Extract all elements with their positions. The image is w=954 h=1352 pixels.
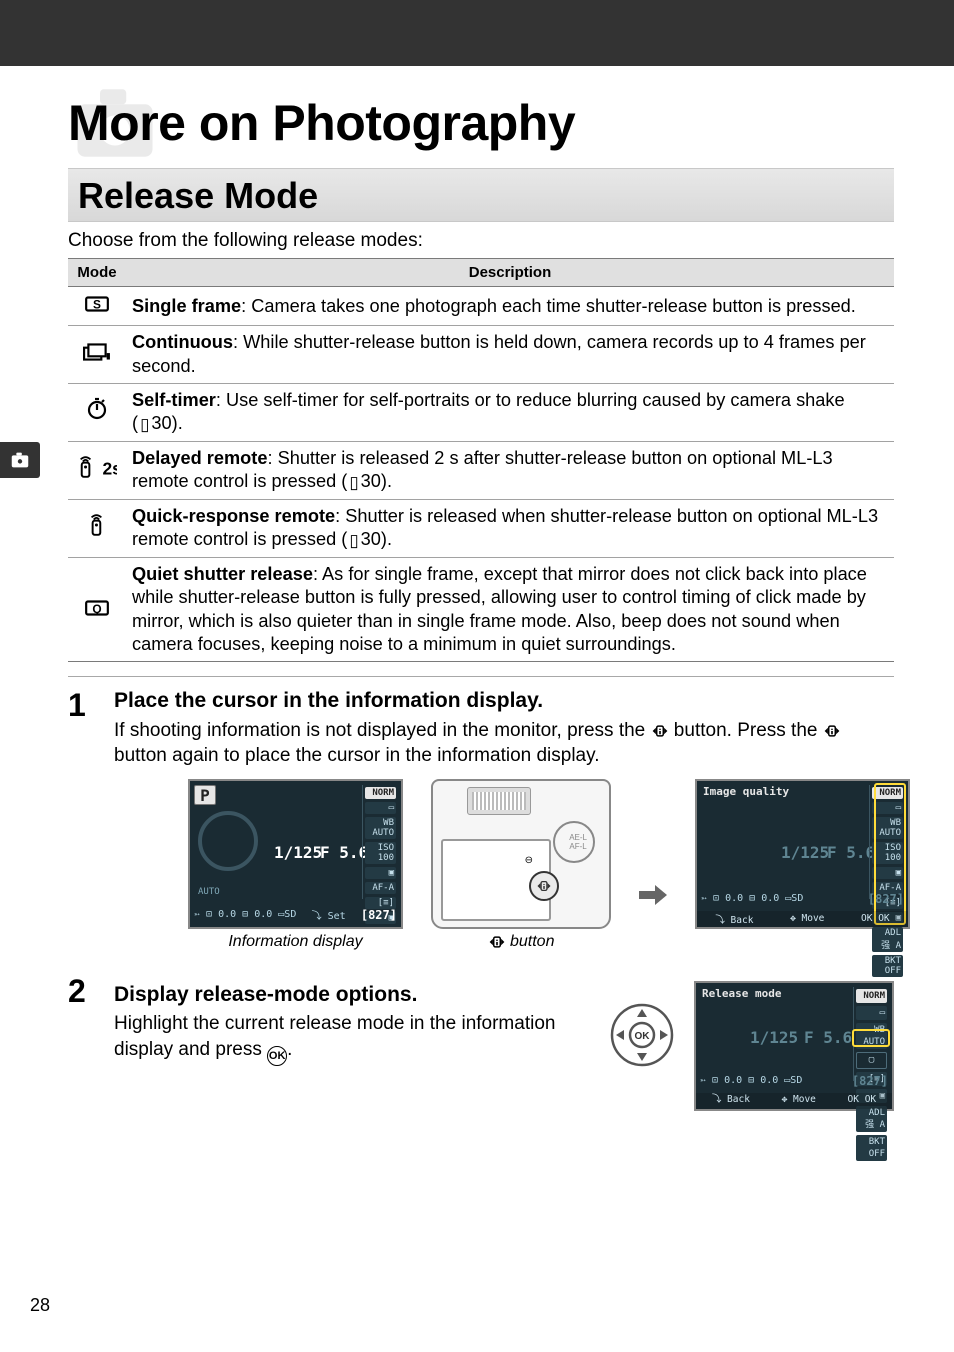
section-title-text: Release Mode [78, 175, 318, 216]
mode-icon-continuous [68, 326, 126, 384]
intro-text: Choose from the following release modes: [68, 230, 894, 252]
step-text: Highlight the current release mode in th… [114, 1011, 590, 1066]
th-mode: Mode [68, 259, 126, 287]
table-row: S Single frame: Camera takes one photogr… [68, 287, 894, 326]
row-desc: Delayed remote: Shutter is released 2 s … [126, 441, 894, 499]
step-number: 2 [68, 975, 96, 1111]
lcd-info-display: P 1/125 F 5.6 AUTO NORM ▭ WB AUTO ISO 10… [188, 779, 403, 929]
camera-icon [9, 449, 31, 471]
divider [68, 676, 894, 677]
lcd-right-col: NORM ▭ WB AUTO ISO 100 ▣ AF-A [≡] ▣ ADL … [869, 785, 905, 899]
row-desc: Quiet shutter release: As for single fra… [126, 558, 894, 662]
row-desc: Single frame: Camera takes one photograp… [126, 287, 894, 326]
svg-text:S: S [93, 298, 101, 312]
step-number: 1 [68, 689, 96, 769]
figure-camera-back: AE-LAF-L ⊖ button [431, 779, 611, 951]
row-desc: Continuous: While shutter-release button… [126, 326, 894, 384]
figure-caption: Information display [188, 933, 403, 951]
lcd-footer: ⤵ Back ✥ Move OK OK [697, 911, 908, 927]
info-button-icon [651, 724, 669, 738]
step-heading: Place the cursor in the information disp… [114, 687, 894, 715]
svg-text:OK: OK [635, 1031, 651, 1042]
book-icon: ▯ [347, 473, 360, 492]
lcd-mode-dial: P [194, 785, 216, 805]
row-desc: Quick-response remote: Shutter is releas… [126, 500, 894, 558]
table-row: Continuous: While shutter-release button… [68, 326, 894, 384]
figure-info-display: P 1/125 F 5.6 AUTO NORM ▭ WB AUTO ISO 10… [188, 779, 403, 951]
lcd-autolabel: AUTO [198, 887, 220, 897]
multiselector-ok-illustration: OK [610, 1003, 674, 1067]
step1-figures: P 1/125 F 5.6 AUTO NORM ▭ WB AUTO ISO 10… [188, 779, 894, 951]
svg-text:Q: Q [92, 601, 101, 615]
mode-icon-selftimer [68, 383, 126, 441]
side-tab-camera [0, 442, 40, 478]
figure-image-quality-screen: Image quality 1/125 F 5.6 NORM ▭ WB AUTO… [695, 779, 910, 929]
table-row: 2s Delayed remote: Shutter is released 2… [68, 441, 894, 499]
lcd-shutter-dim: 1/125 [781, 843, 829, 862]
th-desc: Description [126, 259, 894, 287]
info-button-on-camera [529, 871, 559, 901]
camera-viewfinder [467, 787, 531, 815]
lcd-image-quality: Image quality 1/125 F 5.6 NORM ▭ WB AUTO… [695, 779, 910, 929]
arrow-icon [639, 885, 667, 905]
mode-icon-quiet: Q [68, 558, 126, 662]
info-button-icon [823, 724, 841, 738]
mode-icon-delayed-remote: 2s [68, 441, 126, 499]
chapter-title: More on Photography [68, 94, 894, 152]
step-2: 2 Display release-mode options. Highligh… [68, 973, 894, 1111]
book-icon: ▯ [138, 415, 151, 434]
table-row: Q Quiet shutter release: As for single f… [68, 558, 894, 662]
lcd-fnumber-dim: F 5.6 [827, 843, 875, 862]
lcd-bottom-row: ➳ ⊡ 0.0 ⊟ 0.0 ▭SD [827] [701, 889, 904, 909]
lcd-footer: ⤵ Back ✥ Move OK OK [696, 1093, 892, 1109]
lcd-right-col: NORM ▭ WB AUTO ▢ [≡] ▣ ADL 强 A BKT OFF [853, 987, 889, 1081]
lcd-shutter: 1/125 [274, 843, 322, 862]
lcd-shutter-dim: 1/125 [750, 1027, 798, 1049]
table-row: Quick-response remote: Shutter is releas… [68, 500, 894, 558]
table-row: Self-timer: Use self-timer for self-port… [68, 383, 894, 441]
figure-caption: button [431, 933, 611, 951]
lcd-screen-title: Image quality [703, 785, 789, 798]
lcd-bottom-row: ➳ ⊡ 0.0 ⊟ 0.0 ▭SD ⤵ Set [827] [194, 905, 397, 925]
ok-button-icon: OK [267, 1046, 287, 1066]
lcd-fnumber-dim: F 5.6 [804, 1027, 852, 1049]
mode-icon-quick-remote [68, 500, 126, 558]
step-heading: Display release-mode options. [114, 981, 590, 1009]
book-icon: ▯ [347, 531, 360, 550]
lcd-exposure-dial [198, 811, 258, 871]
lcd-screen-title: Release mode [702, 987, 781, 1002]
lcd-bottom-row: ➳ ⊡ 0.0 ⊟ 0.0 ▭SD [827] [700, 1071, 888, 1091]
mode-icon-single: S [68, 287, 126, 326]
row-desc: Self-timer: Use self-timer for self-port… [126, 383, 894, 441]
page-number: 28 [30, 1295, 50, 1316]
info-button-icon [488, 935, 506, 949]
header-bar [0, 0, 954, 66]
release-mode-table: Mode Description S Single frame: Camera … [68, 258, 894, 662]
lcd-release-mode: Release mode 1/125 F 5.6 NORM ▭ WB AUTO … [694, 981, 894, 1111]
step-1: 1 Place the cursor in the information di… [68, 687, 894, 769]
svg-text:2s: 2s [102, 459, 117, 479]
step-text: If shooting information is not displayed… [114, 718, 894, 769]
lcd-fnumber: F 5.6 [320, 843, 368, 862]
lcd-right-col: NORM ▭ WB AUTO ISO 100 ▣ AF-A [≡] ▣ [362, 785, 398, 899]
chapter-title-text: More on Photography [68, 95, 575, 151]
section-title: Release Mode [68, 168, 894, 222]
